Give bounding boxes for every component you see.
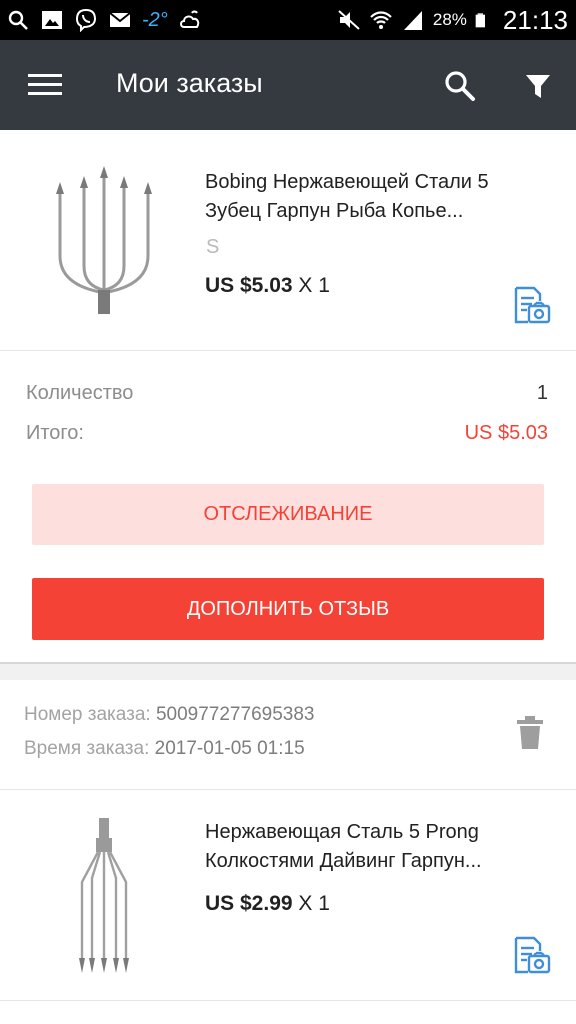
product-price: US $2.99: [205, 892, 293, 915]
divider: [0, 350, 576, 351]
order-product-1[interactable]: Bobing Нержавеющей Стали 5 Зубец Гарпун …: [0, 130, 576, 350]
divider: [0, 1000, 576, 1001]
product-title-line1: Нержавеющая Сталь 5 Prong: [205, 821, 479, 843]
weather-icon: [179, 10, 199, 28]
order-product-2[interactable]: Нержавеющая Сталь 5 Prong Колкостями Дай…: [0, 790, 576, 1000]
order-number-value: 500977277695383: [155, 704, 315, 725]
add-review-button[interactable]: ДОПОЛНИТЬ ОТЗЫВ: [32, 578, 544, 640]
quantity-label: Количество: [26, 382, 134, 404]
status-bar: -2° 28% 21:13: [0, 0, 576, 40]
search-icon[interactable]: [442, 68, 478, 104]
page-title: Мои заказы: [116, 68, 263, 98]
order-number-row: Номер заказа: 500977277695383: [24, 704, 314, 726]
order-number-label: Номер заказа:: [24, 704, 151, 725]
battery-icon: [475, 13, 485, 28]
battery-percent: 28%: [432, 10, 467, 29]
filter-icon[interactable]: [522, 70, 554, 102]
quantity-value: 1: [536, 382, 548, 404]
total-label: Итого:: [26, 422, 84, 444]
trash-icon[interactable]: [516, 716, 544, 750]
review-photo-icon[interactable]: [510, 284, 552, 326]
viber-icon: [75, 8, 97, 32]
app-bar: Мои заказы: [0, 40, 576, 130]
product-image-spear[interactable]: [74, 818, 134, 978]
status-left: -2°: [6, 0, 202, 40]
signal-icon: [403, 11, 422, 30]
order-time-row: Время заказа: 2017-01-05 01:15: [24, 738, 305, 760]
product-title[interactable]: Нержавеющая Сталь 5 Prong Колкостями Дай…: [205, 818, 550, 876]
product-title[interactable]: Bobing Нержавеющей Стали 5 Зубец Гарпун …: [205, 168, 550, 226]
product-title-line2: Зубец Гарпун Рыба Копье...: [205, 200, 464, 222]
menu-icon[interactable]: [28, 74, 62, 96]
track-order-button[interactable]: ОТСЛЕЖИВАНИЕ: [32, 484, 544, 545]
product-title-line2: Колкостями Дайвинг Гарпун...: [205, 850, 482, 872]
mute-icon: [338, 10, 360, 30]
product-variant: S: [206, 236, 220, 258]
temperature-text: -2°: [142, 8, 168, 31]
product-price-row: US $5.03 X 1: [205, 274, 330, 298]
product-qty: X 1: [298, 892, 330, 915]
product-price-row: US $2.99 X 1: [205, 892, 330, 916]
status-right: 28% 21:13: [337, 0, 568, 40]
product-qty: X 1: [298, 274, 330, 297]
clock-time: 21:13: [502, 4, 568, 35]
picture-icon: [42, 11, 62, 29]
order-time-label: Время заказа:: [24, 738, 150, 759]
total-value: US $5.03: [464, 422, 548, 444]
review-photo-icon[interactable]: [510, 934, 552, 976]
order-time-value: 2017-01-05 01:15: [154, 738, 305, 759]
product-price: US $5.03: [205, 274, 293, 297]
wifi-icon: [370, 11, 392, 29]
product-image-trident[interactable]: [44, 166, 164, 326]
mail-icon: [109, 12, 131, 27]
order-separator: [0, 662, 576, 680]
product-title-line1: Bobing Нержавеющей Стали 5: [205, 171, 489, 193]
search-icon: [8, 10, 28, 30]
